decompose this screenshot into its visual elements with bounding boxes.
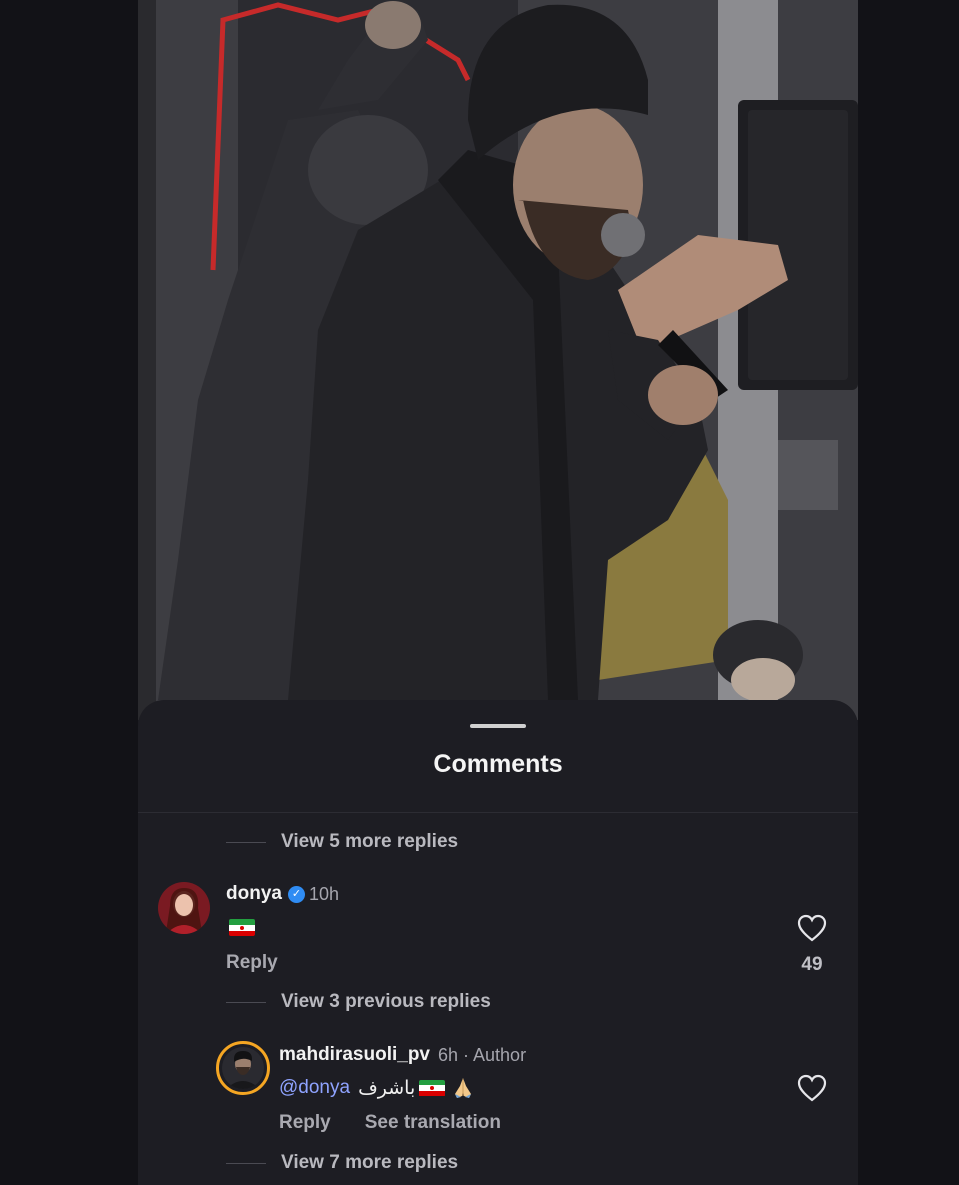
profile-photo-icon: [222, 1047, 264, 1089]
iran-flag-icon: [229, 919, 255, 937]
comments-sheet: Comments View 5 more replies donya ✓ 10h…: [138, 700, 858, 1185]
profile-photo-icon: [158, 882, 210, 934]
sheet-drag-handle[interactable]: [470, 724, 526, 728]
sheet-title: Comments: [433, 750, 563, 778]
comment-text-body: باشرف: [358, 1077, 416, 1099]
verified-badge-icon: ✓: [287, 885, 305, 903]
reply-button[interactable]: Reply: [279, 1112, 331, 1134]
heart-icon[interactable]: [797, 914, 827, 942]
comment-time: 10h: [308, 883, 339, 904]
heart-icon[interactable]: [797, 1074, 827, 1102]
comment-username[interactable]: donya: [226, 883, 282, 905]
thread-line: [226, 1162, 266, 1164]
post-media[interactable]: [138, 0, 858, 720]
see-translation-button[interactable]: See translation: [365, 1112, 501, 1134]
view-more-replies-label: View 5 more replies: [281, 831, 459, 852]
reply-button[interactable]: Reply: [226, 952, 278, 974]
avatar-story-ring[interactable]: [216, 1041, 270, 1095]
thread-line: [226, 841, 266, 843]
avatar[interactable]: [158, 882, 210, 934]
sheet-divider: [138, 812, 858, 813]
post-photo: [138, 0, 858, 720]
mention-link[interactable]: @donya: [279, 1077, 350, 1099]
view-previous-replies-button[interactable]: View 3 previous replies: [226, 991, 491, 1013]
comment-header: donya ✓ 10h: [226, 883, 339, 905]
view-previous-replies-label: View 3 previous replies: [281, 991, 491, 1012]
comment-username[interactable]: mahdirasuoli_pv: [279, 1044, 430, 1066]
author-badge: · Author: [463, 1044, 527, 1065]
post-frame: Comments View 5 more replies donya ✓ 10h…: [138, 0, 858, 1185]
thread-line: [226, 1001, 266, 1003]
view-more-replies-label: View 7 more replies: [281, 1152, 459, 1173]
like-count: 49: [801, 954, 823, 975]
folded-hands-icon: [455, 1078, 472, 1098]
view-more-replies-button[interactable]: View 7 more replies: [226, 1152, 458, 1174]
view-more-replies-button[interactable]: View 5 more replies: [226, 831, 458, 853]
iran-flag-icon: [419, 1079, 446, 1097]
comment-text: [229, 919, 255, 937]
comment-header: mahdirasuoli_pv 6h · Author: [279, 1044, 526, 1066]
comment-time: 6h: [438, 1044, 459, 1065]
comment-text: @donya باشرف: [279, 1076, 475, 1100]
comment-actions: Reply See translation: [279, 1112, 501, 1134]
